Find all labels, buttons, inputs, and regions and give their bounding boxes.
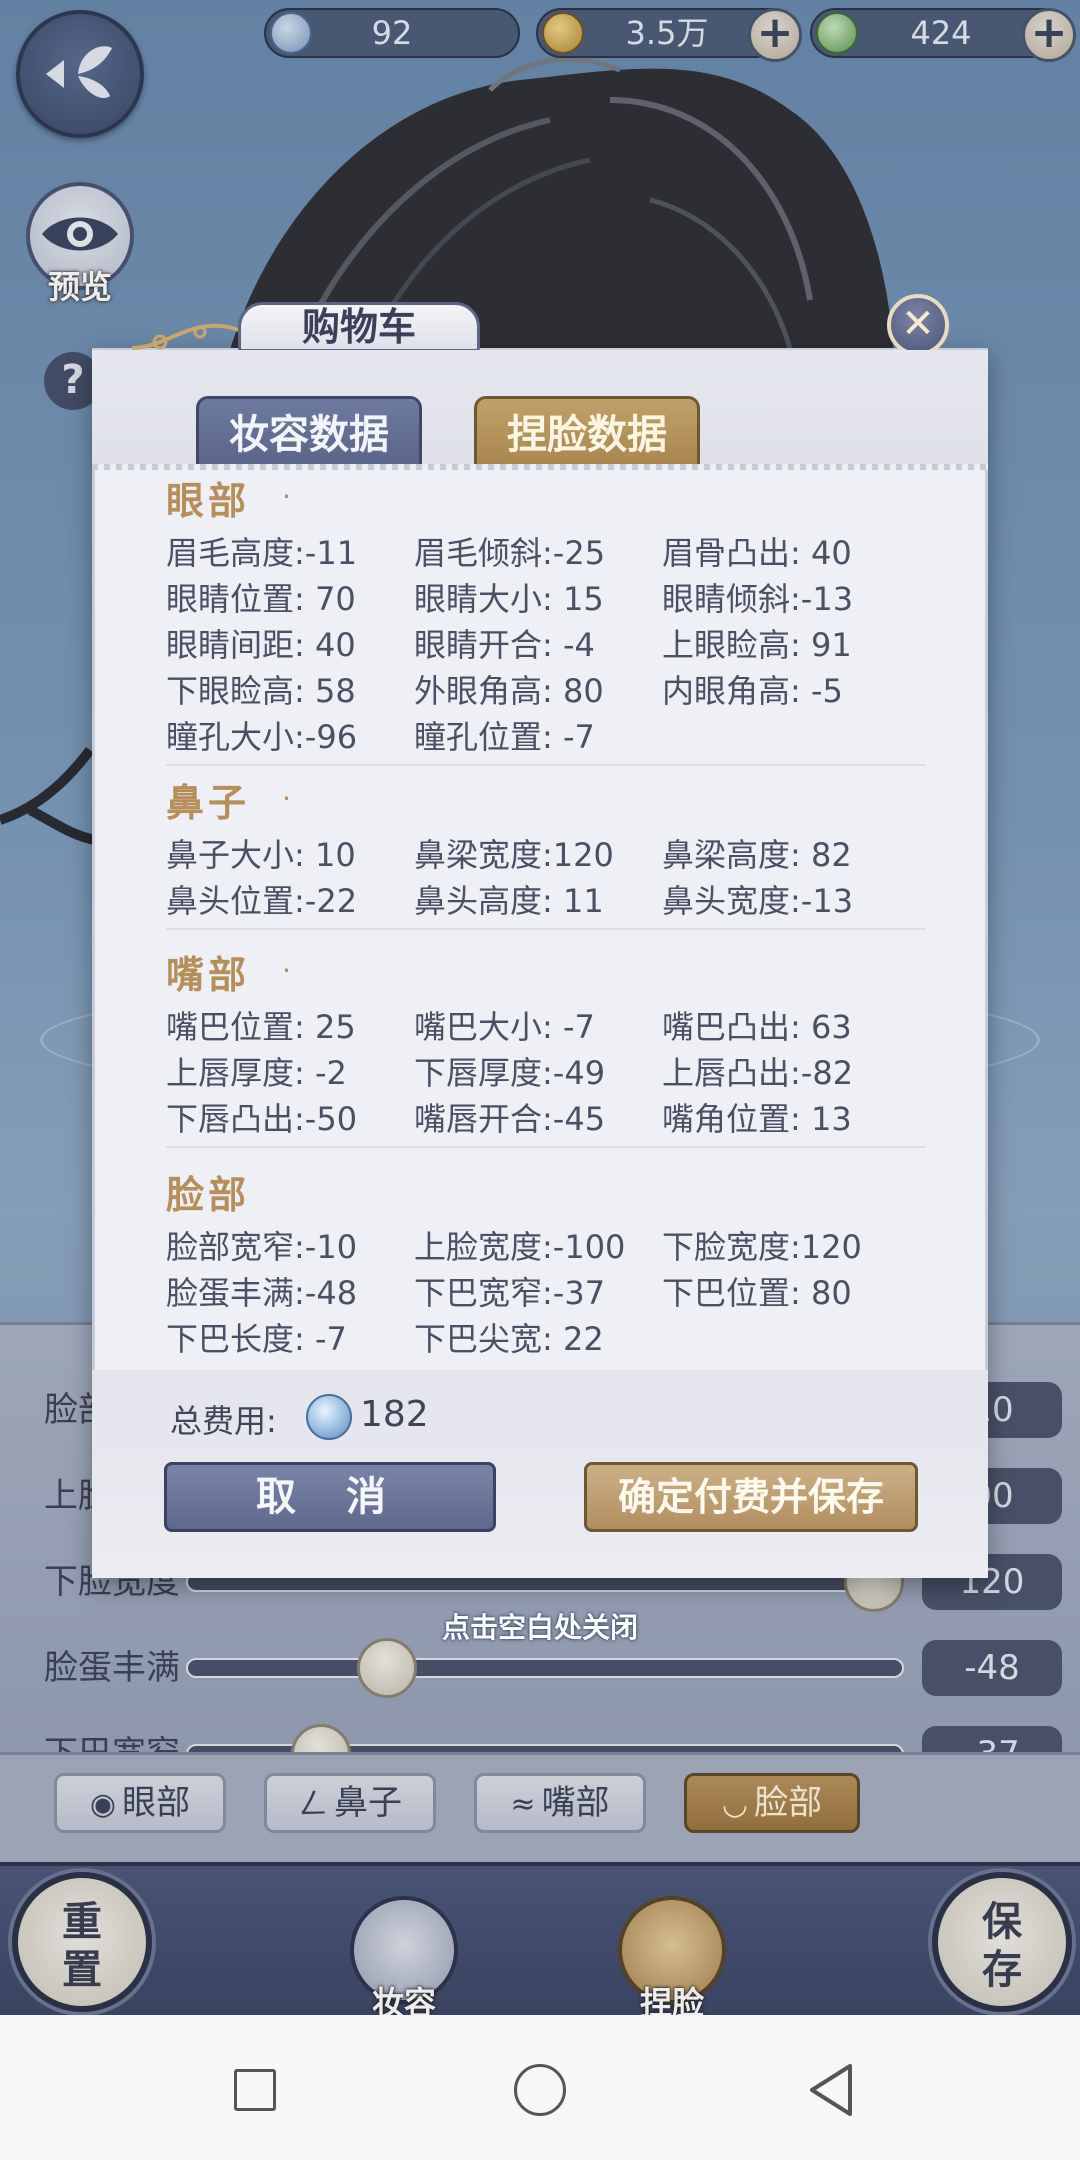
close-button[interactable]: ✕ <box>887 294 949 356</box>
total-cost-label: 总费用: <box>170 1402 277 1440</box>
section-2: 嘴部 · 嘴巴位置: 25 嘴巴大小: -7 嘴巴凸出: 63 上唇厚度: -2 下唇厚度:… <box>92 944 988 1148</box>
face-param-item: 眼睛位置: 70 <box>166 580 356 618</box>
face-param-item: 鼻子大小: 10 <box>166 836 356 874</box>
face-param-item: 下巴长度: -7 <box>166 1320 347 1358</box>
dialog-title: 购物车 <box>238 302 480 352</box>
face-param-item: 鼻梁高度: 82 <box>662 836 852 874</box>
section-divider <box>166 1146 926 1148</box>
face-param-item: 上脸宽度:-100 <box>414 1228 626 1266</box>
face-param-item: 下唇厚度:-49 <box>414 1054 606 1092</box>
face-param-item: 眉毛高度:-11 <box>166 534 358 572</box>
face-param-item: 眼睛大小: 15 <box>414 580 604 618</box>
section-dot: · <box>282 954 291 987</box>
home-icon[interactable] <box>514 2064 566 2116</box>
face-param-item: 脸蛋丰满:-48 <box>166 1274 358 1312</box>
face-param-item: 嘴唇开合:-45 <box>414 1100 606 1138</box>
face-param-item: 上唇凸出:-82 <box>662 1054 854 1092</box>
face-param-item: 下巴位置: 80 <box>662 1274 852 1312</box>
face-param-item: 鼻头高度: 11 <box>414 882 604 920</box>
jade-icon <box>306 1394 352 1440</box>
face-param-item: 嘴巴凸出: 63 <box>662 1008 852 1046</box>
recents-icon[interactable] <box>234 2069 276 2111</box>
face-param-item: 下眼睑高: 58 <box>166 672 356 710</box>
section-0: 眼部 · 眉毛高度:-11 眉毛倾斜:-25 眉骨凸出: 40 眼睛位置: 70 眼睛大小:… <box>92 470 988 766</box>
section-divider <box>166 928 926 930</box>
face-param-item: 眉毛倾斜:-25 <box>414 534 606 572</box>
face-param-item: 下唇凸出:-50 <box>166 1100 358 1138</box>
close-icon: ✕ <box>901 301 935 347</box>
section-title: 眼部 <box>166 479 251 523</box>
face-param-item: 内眼角高: -5 <box>662 672 843 710</box>
tab-face-data[interactable]: 捏脸数据 <box>474 396 700 468</box>
face-param-item: 嘴角位置: 13 <box>662 1100 852 1138</box>
face-param-item: 眼睛开合: -4 <box>414 626 595 664</box>
face-param-item: 上眼睑高: 91 <box>662 626 852 664</box>
face-param-item: 鼻头宽度:-13 <box>662 882 854 920</box>
section-divider <box>166 764 926 766</box>
face-param-item: 上唇厚度: -2 <box>166 1054 347 1092</box>
tab-makeup-data[interactable]: 妆容数据 <box>196 396 422 468</box>
face-param-item: 眉骨凸出: 40 <box>662 534 852 572</box>
face-param-item: 下巴宽窄:-37 <box>414 1274 606 1312</box>
face-param-item: 鼻梁宽度:120 <box>414 836 614 874</box>
face-param-item: 眼睛倾斜:-13 <box>662 580 854 618</box>
section-dot: · <box>282 782 291 815</box>
face-param-item: 下巴尖宽: 22 <box>414 1320 604 1358</box>
section-title: 嘴部 <box>166 953 251 997</box>
face-data-list[interactable]: 眼部 · 眉毛高度:-11 眉毛倾斜:-25 眉骨凸出: 40 眼睛位置: 70 眼睛大小:… <box>92 470 988 1370</box>
face-param-item: 瞳孔位置: -7 <box>414 718 595 756</box>
back-triangle-icon[interactable] <box>806 2062 856 2118</box>
section-1: 鼻子 · 鼻子大小: 10 鼻梁宽度:120 鼻梁高度: 82 鼻头位置:-22 鼻头高度:… <box>92 772 988 930</box>
face-param-item: 外眼角高: 80 <box>414 672 604 710</box>
section-3: 脸部脸部宽窄:-10 上脸宽度:-100 下脸宽度:120 脸蛋丰满:-48 下巴宽窄:… <box>92 1164 988 1358</box>
face-param-item: 脸部宽窄:-10 <box>166 1228 358 1266</box>
confirm-pay-save-button[interactable]: 确定付费并保存 <box>584 1462 918 1532</box>
close-hint: 点击空白处关闭 <box>441 1611 638 1644</box>
face-param-item: 下脸宽度:120 <box>662 1228 862 1266</box>
section-title: 鼻子 <box>166 781 251 825</box>
section-dot: · <box>282 480 291 513</box>
face-param-item: 眼睛间距: 40 <box>166 626 356 664</box>
face-param-item: 嘴巴大小: -7 <box>414 1008 595 1046</box>
cancel-button[interactable]: 取 消 <box>164 1462 496 1532</box>
total-cost-value: 182 <box>360 1394 429 1435</box>
face-param-item: 瞳孔大小:-96 <box>166 718 358 756</box>
section-title: 脸部 <box>166 1173 251 1217</box>
face-param-item: 鼻头位置:-22 <box>166 882 358 920</box>
face-param-item: 嘴巴位置: 25 <box>166 1008 356 1046</box>
